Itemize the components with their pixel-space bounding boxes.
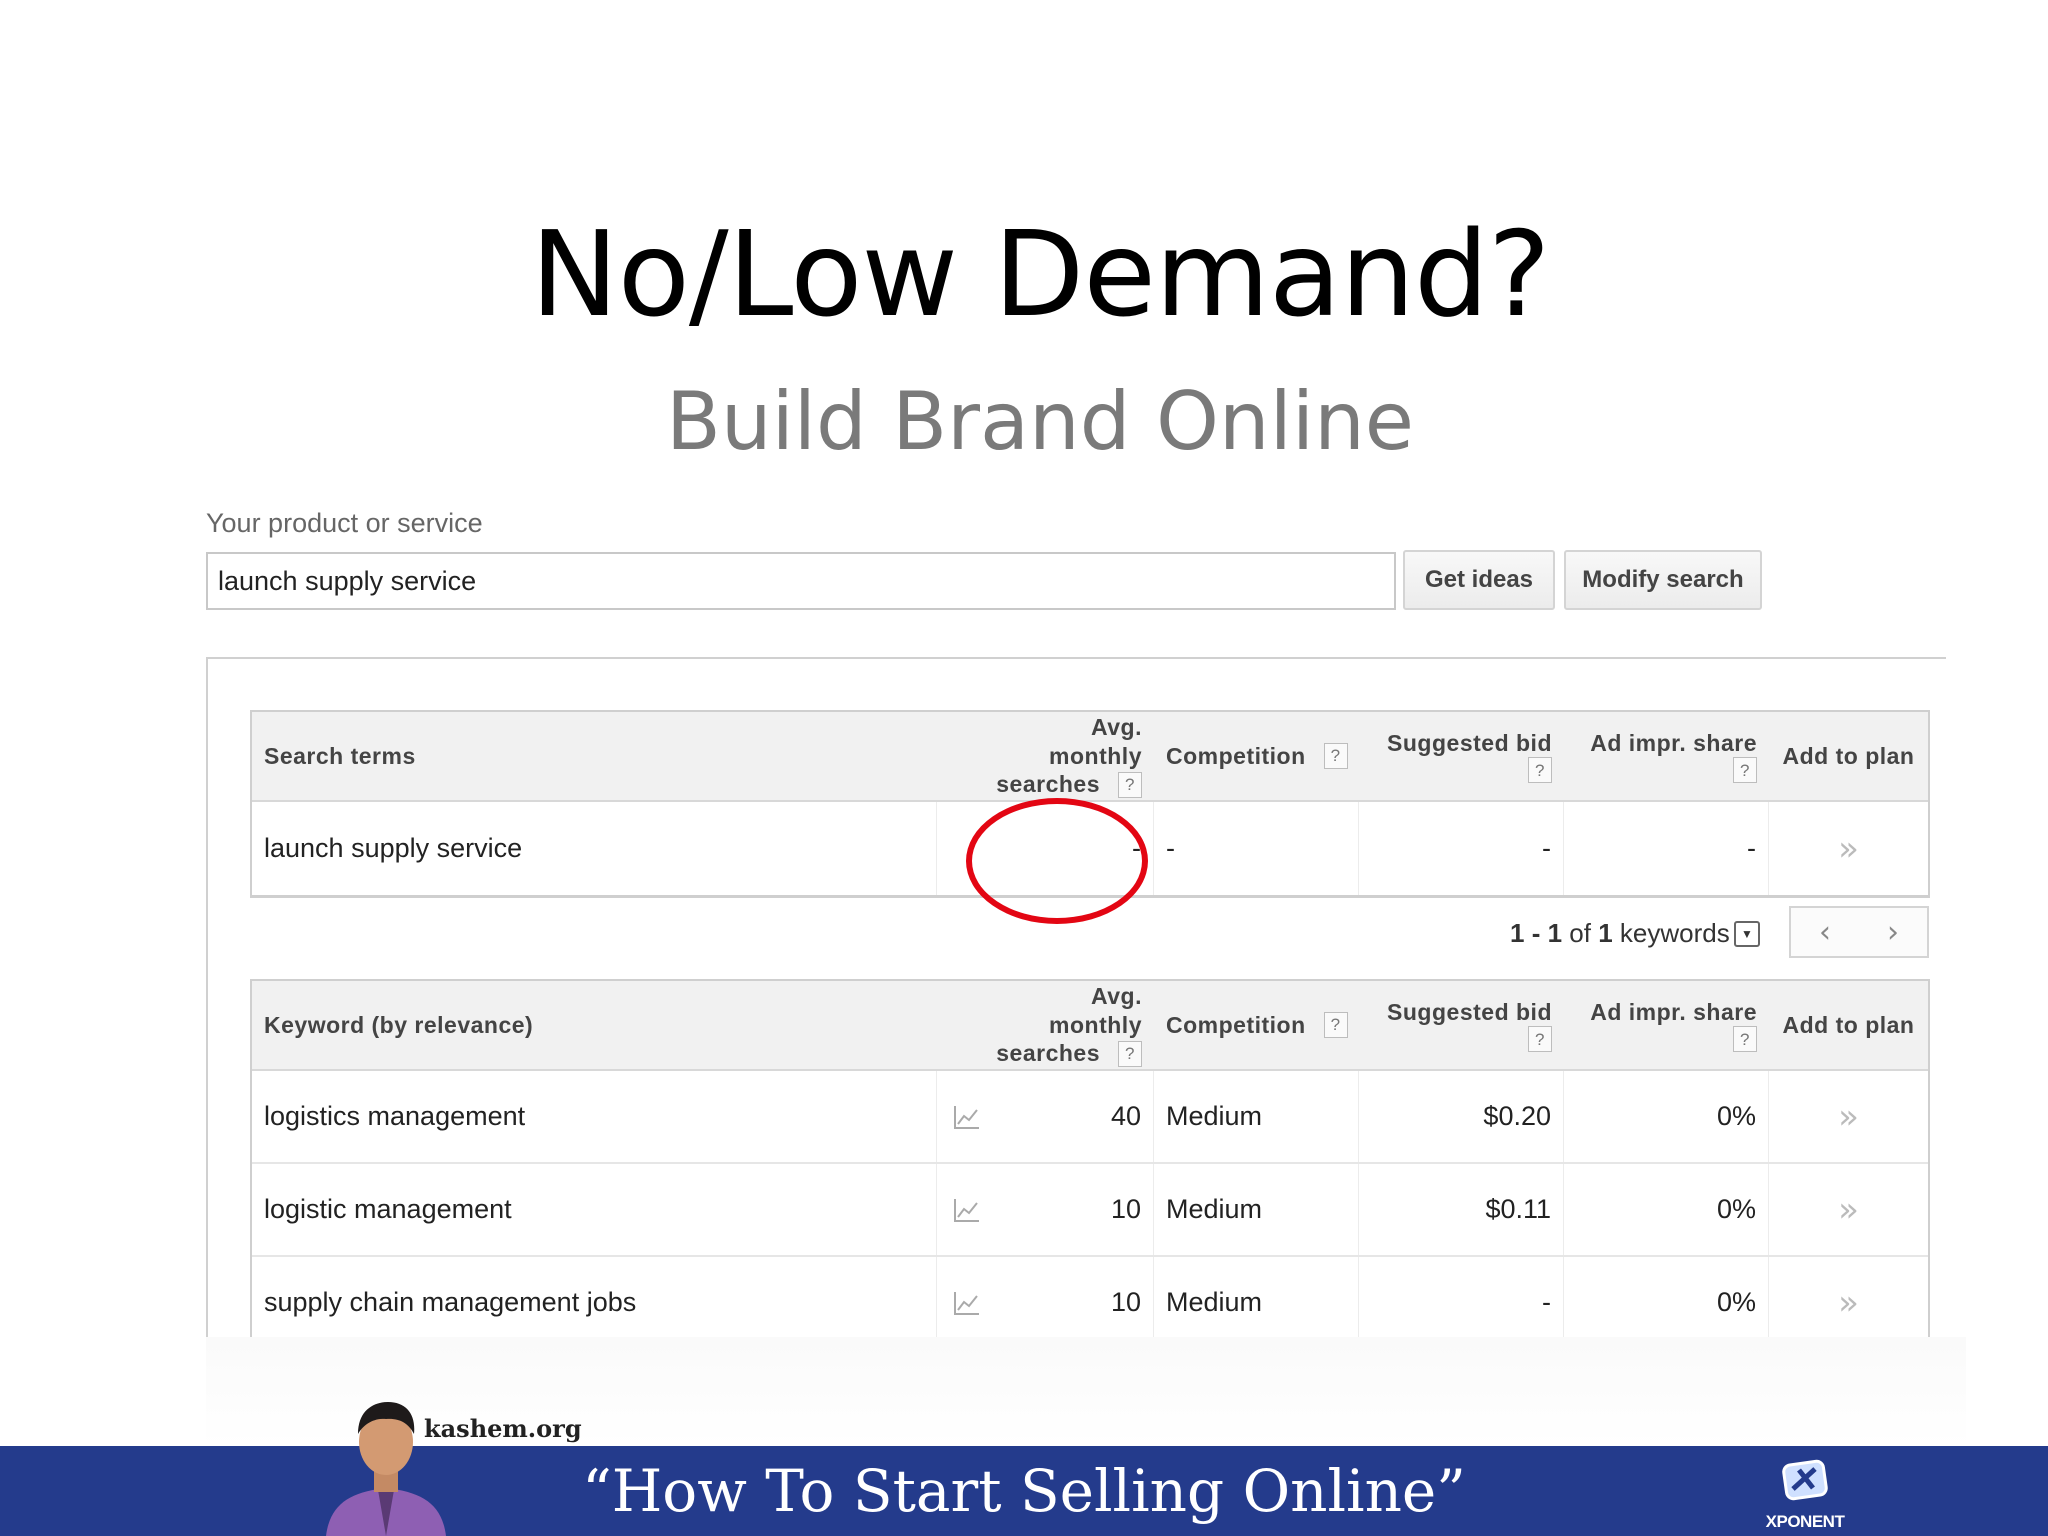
- avg-searches-value: 10: [997, 1164, 1154, 1255]
- header-ad-impr-share[interactable]: Ad impr. share ?: [1590, 729, 1757, 784]
- help-icon[interactable]: ?: [1323, 1012, 1348, 1038]
- header-competition[interactable]: Competition?: [1166, 1011, 1348, 1040]
- keyword-text: supply chain management jobs: [252, 1257, 937, 1337]
- table-header-row: Search terms Avg. monthly searches? Comp…: [252, 712, 1928, 802]
- modify-search-button[interactable]: Modify search: [1564, 550, 1762, 610]
- avg-searches-value: 40: [997, 1071, 1154, 1162]
- table-row: logistic management 10 Medium $0.11 0% »: [252, 1164, 1928, 1257]
- trend-chart-icon[interactable]: [937, 1257, 997, 1337]
- competition-value: Medium: [1154, 1071, 1359, 1162]
- header-ad-impr-share[interactable]: Ad impr. share ?: [1590, 998, 1757, 1053]
- page-size-dropdown-icon[interactable]: ▼: [1734, 921, 1760, 947]
- get-ideas-button[interactable]: Get ideas: [1403, 550, 1555, 610]
- avg-searches-value: 10: [997, 1257, 1154, 1337]
- ad-impr-share-value: -: [1564, 802, 1769, 895]
- help-icon[interactable]: ?: [1733, 757, 1757, 784]
- help-icon[interactable]: ?: [1323, 743, 1348, 769]
- ad-impr-share-value: 0%: [1564, 1071, 1769, 1162]
- header-keyword-by-relevance[interactable]: Keyword (by relevance): [264, 1011, 533, 1040]
- header-avg-monthly-searches[interactable]: Avg. monthly searches?: [996, 982, 1142, 1068]
- suggested-bid-value: -: [1359, 1257, 1564, 1337]
- help-icon[interactable]: ?: [1733, 1026, 1757, 1053]
- search-terms-table: Search terms Avg. monthly searches? Comp…: [250, 710, 1930, 898]
- competition-value: Medium: [1154, 1164, 1359, 1255]
- add-to-plan-icon[interactable]: »: [1838, 1283, 1859, 1323]
- header-add-to-plan: Add to plan: [1782, 742, 1915, 769]
- suggested-bid-value: $0.11: [1359, 1164, 1564, 1255]
- header-suggested-bid[interactable]: Suggested bid ?: [1387, 729, 1552, 784]
- table-row: logistics management 40 Medium $0.20 0% …: [252, 1071, 1928, 1164]
- footer-brand-name: XPONENT: [1765, 1512, 1845, 1531]
- next-page-icon[interactable]: ›: [1859, 908, 1927, 956]
- help-icon[interactable]: ?: [1528, 757, 1552, 784]
- header-search-terms[interactable]: Search terms: [264, 742, 416, 771]
- keyword-text: launch supply service: [252, 802, 937, 895]
- table-header-row: Keyword (by relevance) Avg. monthly sear…: [252, 981, 1928, 1071]
- competition-value: -: [1154, 802, 1359, 895]
- header-competition[interactable]: Competition?: [1166, 742, 1348, 771]
- add-to-plan-icon[interactable]: »: [1838, 1190, 1859, 1230]
- suggested-bid-value: -: [1359, 802, 1564, 895]
- trend-chart-icon[interactable]: [937, 1164, 997, 1255]
- keyword-ideas-table: Keyword (by relevance) Avg. monthly sear…: [250, 979, 1930, 1337]
- header-suggested-bid[interactable]: Suggested bid ?: [1387, 998, 1552, 1053]
- suggested-bid-value: $0.20: [1359, 1071, 1564, 1162]
- footer-tagline: “How To Start Selling Online”: [582, 1457, 1466, 1525]
- trend-chart-icon[interactable]: [937, 1071, 997, 1162]
- header-avg-monthly-searches[interactable]: Avg. monthly searches?: [996, 713, 1142, 799]
- help-icon[interactable]: ?: [1118, 771, 1142, 798]
- slide-title: No/Low Demand?: [530, 205, 1550, 343]
- pager-nav: ‹ ›: [1789, 906, 1929, 958]
- help-icon[interactable]: ?: [1118, 1040, 1142, 1067]
- product-field-label: Your product or service: [206, 508, 483, 538]
- help-icon[interactable]: ?: [1528, 1026, 1552, 1053]
- table-row: supply chain management jobs 10 Medium -…: [252, 1257, 1928, 1337]
- slide-subtitle: Build Brand Online: [665, 375, 1414, 468]
- ad-impr-share-value: 0%: [1564, 1164, 1769, 1255]
- ad-impr-share-value: 0%: [1564, 1257, 1769, 1337]
- competition-value: Medium: [1154, 1257, 1359, 1337]
- product-search-input[interactable]: [206, 552, 1396, 610]
- pager-summary: 1 - 1 of 1 keywords: [1510, 918, 1730, 948]
- avg-searches-value: -: [997, 802, 1154, 895]
- previous-page-icon[interactable]: ‹: [1791, 908, 1859, 956]
- header-add-to-plan: Add to plan: [1782, 1011, 1915, 1038]
- add-to-plan-icon[interactable]: »: [1838, 1097, 1859, 1137]
- footer-site-name: kashem.org: [424, 1414, 582, 1443]
- keyword-text: logistic management: [252, 1164, 937, 1255]
- keyword-text: logistics management: [252, 1071, 937, 1162]
- add-to-plan-icon[interactable]: »: [1838, 829, 1859, 869]
- table-row: launch supply service - - - - »: [252, 802, 1928, 895]
